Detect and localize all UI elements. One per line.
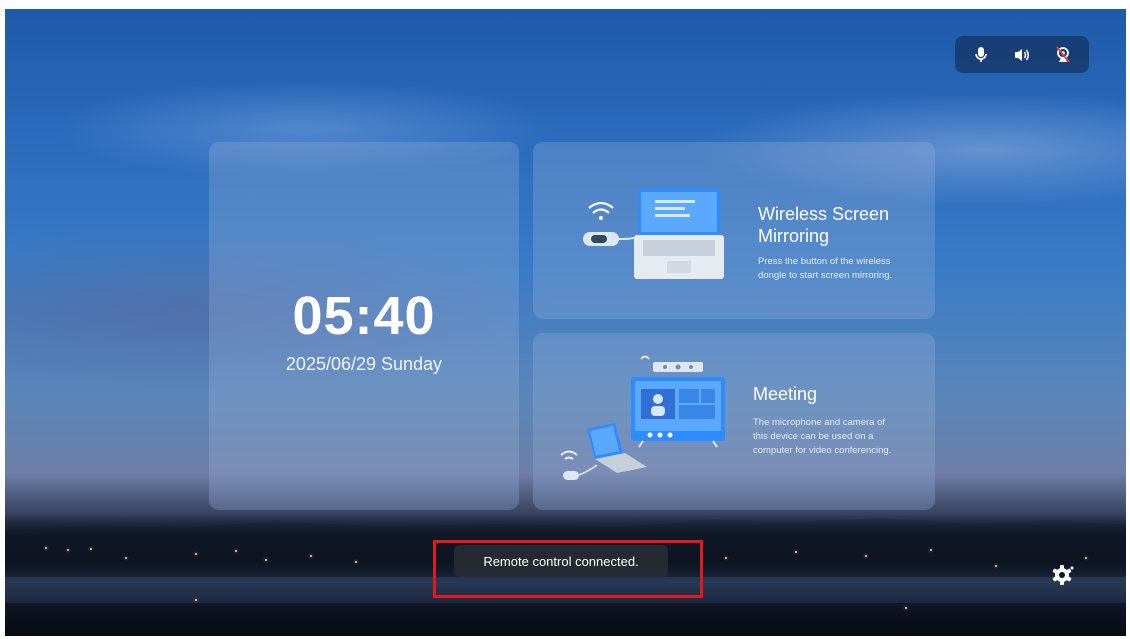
meeting-illustration [560, 355, 725, 480]
meeting-title: Meeting [753, 384, 818, 404]
speaker-icon[interactable] [1011, 44, 1033, 66]
settings-button[interactable] [1050, 563, 1074, 587]
wireless-mirroring-illustration [583, 189, 724, 279]
clock-card: 05:40 2025/06/29 Sunday [209, 142, 519, 510]
microphone-icon[interactable] [970, 44, 992, 66]
meeting-description: The microphone and camera of this device… [753, 417, 892, 456]
highlight-box [433, 540, 703, 598]
wireless-mirroring-title: Wireless Screen Mirroring [758, 204, 890, 246]
clock-date: 2025/06/29 Sunday [285, 354, 443, 374]
clock-time: 05:40 [292, 286, 436, 346]
wireless-mirroring-card[interactable]: Wireless Screen Mirroring Press the butt… [533, 142, 935, 319]
wireless-mirroring-description: Press the button of the wireless dongle … [758, 256, 893, 281]
gear-icon [1052, 565, 1074, 585]
meeting-card[interactable]: Meeting The microphone and camera of thi… [533, 333, 935, 510]
camera-off-icon[interactable] [1052, 44, 1074, 66]
status-bar [955, 36, 1089, 73]
